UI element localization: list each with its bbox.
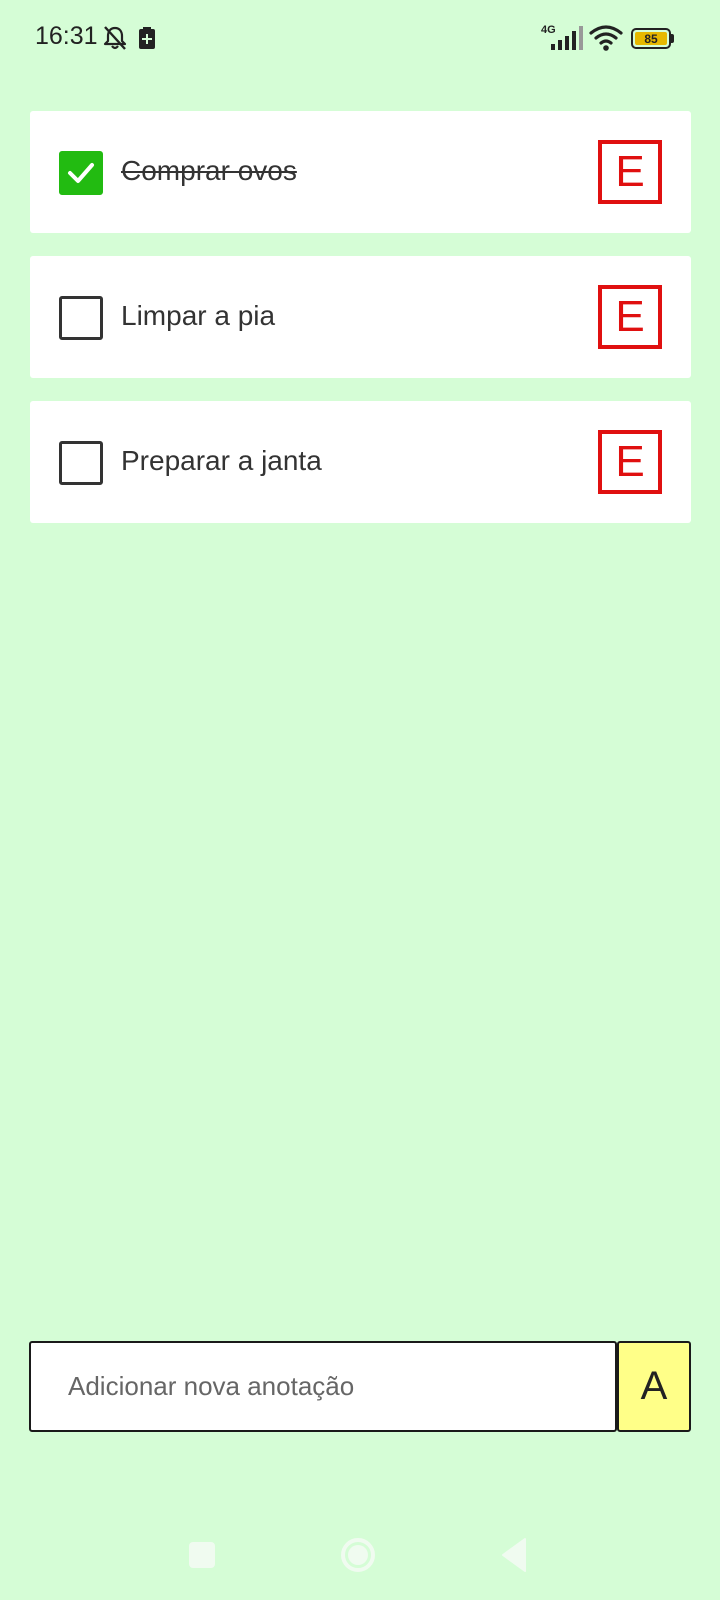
checkmark-icon xyxy=(68,163,94,183)
edit-button[interactable]: E xyxy=(598,140,662,204)
new-note-input[interactable] xyxy=(29,1341,617,1432)
task-item: Comprar ovos E xyxy=(30,111,691,233)
bell-off-icon xyxy=(103,26,127,50)
task-label: Preparar a janta xyxy=(121,445,322,476)
task-label: Comprar ovos xyxy=(121,155,297,186)
home-icon[interactable] xyxy=(340,1537,376,1573)
signal-icon xyxy=(551,26,583,50)
task-checkbox[interactable] xyxy=(59,296,103,340)
battery-level: 85 xyxy=(635,32,667,45)
recents-icon[interactable] xyxy=(189,1542,215,1568)
task-item: Preparar a janta E xyxy=(30,401,691,523)
task-checkbox[interactable] xyxy=(59,441,103,485)
task-item: Limpar a pia E xyxy=(30,256,691,378)
add-note-button[interactable]: A xyxy=(617,1341,691,1432)
status-time: 16:31 xyxy=(35,22,98,50)
edit-button[interactable]: E xyxy=(598,285,662,349)
back-icon[interactable] xyxy=(499,1537,527,1573)
wifi-icon xyxy=(589,25,623,51)
task-label: Limpar a pia xyxy=(121,300,276,331)
edit-button[interactable]: E xyxy=(598,430,662,494)
status-bar: 16:31 4G 85 xyxy=(0,0,720,80)
task-checkbox[interactable] xyxy=(59,151,103,195)
battery-icon: 85 xyxy=(631,28,675,49)
battery-saver-icon xyxy=(139,27,155,49)
